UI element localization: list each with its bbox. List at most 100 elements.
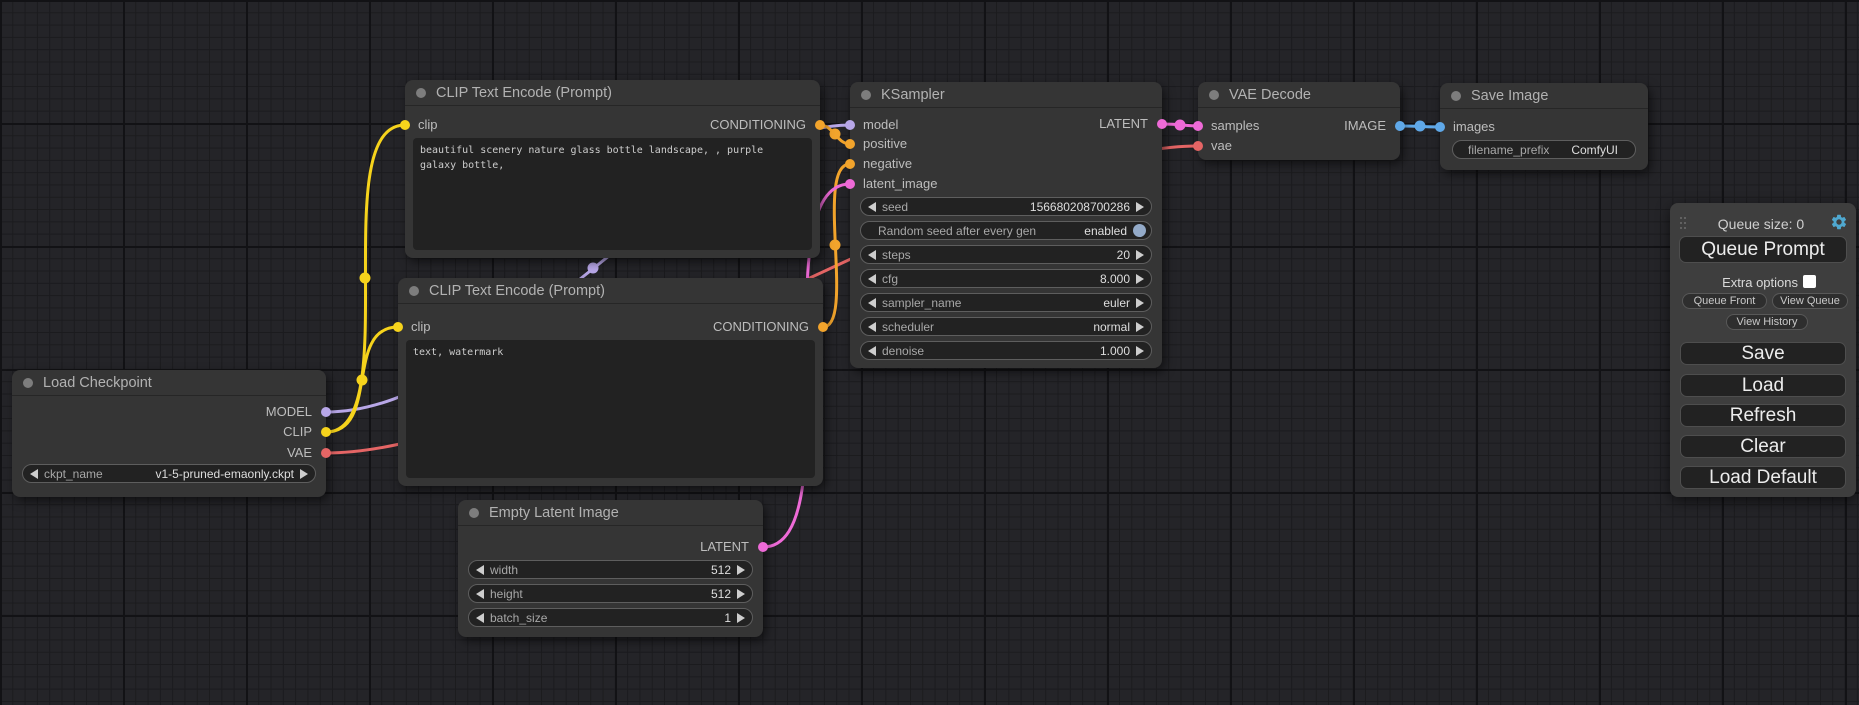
image-output-port[interactable] <box>1395 121 1405 131</box>
load-default-button[interactable]: Load Default <box>1680 466 1846 489</box>
cfg-widget[interactable]: cfg 8.000 <box>860 269 1152 288</box>
increment-arrow-icon[interactable] <box>737 613 745 623</box>
queue-size-label: Queue size: 0 <box>1700 216 1822 232</box>
widget-value: 156680208700286 <box>1030 200 1130 214</box>
node-clip-text-encode-negative[interactable]: CLIP Text Encode (Prompt) clip CONDITION… <box>398 278 823 486</box>
filename-prefix-widget[interactable]: filename_prefix ComfyUI <box>1452 140 1636 159</box>
collapse-dot-icon[interactable] <box>23 378 33 388</box>
increment-arrow-icon[interactable] <box>1136 250 1144 260</box>
clip-output-port[interactable] <box>321 427 331 437</box>
collapse-dot-icon[interactable] <box>416 88 426 98</box>
node-title-bar[interactable]: Empty Latent Image <box>458 500 763 526</box>
node-vae-decode[interactable]: VAE Decode samples vae IMAGE <box>1198 82 1400 160</box>
output-label-latent: LATENT <box>700 540 749 554</box>
node-ksampler[interactable]: KSampler model positive negative latent_… <box>850 82 1162 368</box>
collapse-dot-icon[interactable] <box>861 90 871 100</box>
collapse-dot-icon[interactable] <box>469 508 479 518</box>
negative-input-port[interactable] <box>845 159 855 169</box>
model-output-port[interactable] <box>321 407 331 417</box>
width-widget[interactable]: width 512 <box>468 560 753 579</box>
queue-prompt-button[interactable]: Queue Prompt <box>1679 236 1847 263</box>
node-load-checkpoint[interactable]: Load Checkpoint MODEL CLIP VAE ckpt_name… <box>12 370 326 497</box>
collapse-dot-icon[interactable] <box>409 286 419 296</box>
conditioning-link-midpoint-dot <box>830 129 841 140</box>
image-link-midpoint-dot <box>1415 121 1426 132</box>
decrement-arrow-icon[interactable] <box>868 202 876 212</box>
decrement-arrow-icon[interactable] <box>868 298 876 308</box>
samples-input-port[interactable] <box>1193 121 1203 131</box>
increment-arrow-icon[interactable] <box>737 565 745 575</box>
scheduler-widget[interactable]: scheduler normal <box>860 317 1152 336</box>
increment-arrow-icon[interactable] <box>1136 274 1144 284</box>
prompt-text-area[interactable]: text, watermark <box>406 340 815 478</box>
view-history-button[interactable]: View History <box>1726 314 1808 330</box>
vae-output-port[interactable] <box>321 448 331 458</box>
decrement-arrow-icon[interactable] <box>868 322 876 332</box>
positive-input-port[interactable] <box>845 139 855 149</box>
collapse-dot-icon[interactable] <box>1451 91 1461 101</box>
node-title-bar[interactable]: KSampler <box>850 82 1162 108</box>
clip-input-port[interactable] <box>400 120 410 130</box>
graph-canvas[interactable]: Load Checkpoint MODEL CLIP VAE ckpt_name… <box>0 0 1859 705</box>
increment-arrow-icon[interactable] <box>300 469 308 479</box>
increment-arrow-icon[interactable] <box>1136 202 1144 212</box>
toggle-dot-icon[interactable] <box>1133 224 1146 237</box>
queue-front-button[interactable]: Queue Front <box>1682 293 1767 309</box>
conditioning-link-wire-negative <box>823 164 850 327</box>
clip-link-midpoint-dot <box>357 375 368 386</box>
steps-widget[interactable]: steps 20 <box>860 245 1152 264</box>
node-title-bar[interactable]: Save Image <box>1440 83 1648 109</box>
decrement-arrow-icon[interactable] <box>30 469 38 479</box>
save-button[interactable]: Save <box>1680 342 1846 365</box>
decrement-arrow-icon[interactable] <box>868 346 876 356</box>
model-input-port[interactable] <box>845 120 855 130</box>
collapse-dot-icon[interactable] <box>1209 90 1219 100</box>
node-title: VAE Decode <box>1229 87 1311 103</box>
increment-arrow-icon[interactable] <box>1136 322 1144 332</box>
decrement-arrow-icon[interactable] <box>476 613 484 623</box>
node-title-bar[interactable]: Load Checkpoint <box>12 370 326 396</box>
decrement-arrow-icon[interactable] <box>868 274 876 284</box>
vae-input-port[interactable] <box>1193 141 1203 151</box>
ckpt-name-widget[interactable]: ckpt_name v1-5-pruned-emaonly.ckpt <box>22 464 316 483</box>
node-clip-text-encode-positive[interactable]: CLIP Text Encode (Prompt) clip CONDITION… <box>405 80 820 258</box>
decrement-arrow-icon[interactable] <box>868 250 876 260</box>
refresh-button[interactable]: Refresh <box>1680 404 1846 427</box>
node-empty-latent-image[interactable]: Empty Latent Image LATENT width 512 heig… <box>458 500 763 637</box>
height-widget[interactable]: height 512 <box>468 584 753 603</box>
node-title-bar[interactable]: CLIP Text Encode (Prompt) <box>405 80 820 106</box>
clear-button[interactable]: Clear <box>1680 435 1846 458</box>
decrement-arrow-icon[interactable] <box>476 565 484 575</box>
drag-handle-icon[interactable] <box>1680 217 1688 232</box>
latent-image-input-port[interactable] <box>845 179 855 189</box>
denoise-widget[interactable]: denoise 1.000 <box>860 341 1152 360</box>
widget-label: steps <box>882 248 911 262</box>
increment-arrow-icon[interactable] <box>1136 298 1144 308</box>
decrement-arrow-icon[interactable] <box>476 589 484 599</box>
images-input-port[interactable] <box>1435 122 1445 132</box>
conditioning-link-midpoint-dot <box>830 240 841 251</box>
increment-arrow-icon[interactable] <box>737 589 745 599</box>
widget-value: 20 <box>1117 248 1130 262</box>
settings-gear-icon[interactable] <box>1830 213 1848 231</box>
random-seed-toggle-widget[interactable]: Random seed after every gen enabled <box>860 221 1152 240</box>
node-title-bar[interactable]: VAE Decode <box>1198 82 1400 108</box>
conditioning-output-port[interactable] <box>818 322 828 332</box>
latent-output-port[interactable] <box>1157 119 1167 129</box>
increment-arrow-icon[interactable] <box>1136 346 1144 356</box>
prompt-text-area[interactable]: beautiful scenery nature glass bottle la… <box>413 138 812 250</box>
clip-input-port[interactable] <box>393 322 403 332</box>
extra-options-checkbox[interactable] <box>1803 275 1816 288</box>
view-queue-button[interactable]: View Queue <box>1772 293 1848 309</box>
load-button[interactable]: Load <box>1680 374 1846 397</box>
conditioning-output-port[interactable] <box>815 120 825 130</box>
latent-output-port[interactable] <box>758 542 768 552</box>
node-title-bar[interactable]: CLIP Text Encode (Prompt) <box>398 278 823 304</box>
clip-link-wire-positive <box>326 125 405 432</box>
node-save-image[interactable]: Save Image images filename_prefix ComfyU… <box>1440 83 1648 170</box>
seed-widget[interactable]: seed 156680208700286 <box>860 197 1152 216</box>
sampler-name-widget[interactable]: sampler_name euler <box>860 293 1152 312</box>
queue-panel: Queue size: 0 Queue Prompt Extra options… <box>1670 203 1856 497</box>
batch-size-widget[interactable]: batch_size 1 <box>468 608 753 627</box>
node-title: CLIP Text Encode (Prompt) <box>436 85 612 101</box>
